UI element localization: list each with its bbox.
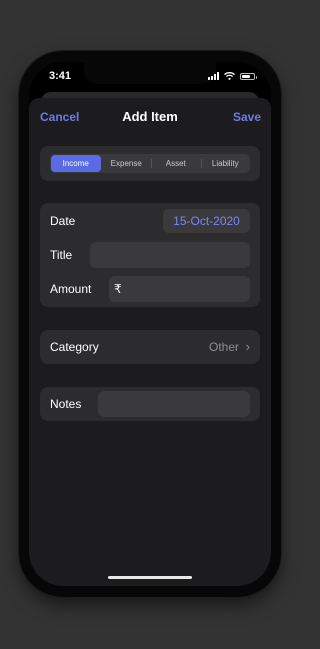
type-selector-group: Income Expense Asset Liability xyxy=(40,146,260,181)
amount-input[interactable]: ₹ xyxy=(109,276,250,302)
type-segmented-control: Income Expense Asset Liability xyxy=(50,154,250,173)
amount-label: Amount xyxy=(50,282,92,296)
status-bar: 3:41 xyxy=(29,62,271,92)
category-value: Other xyxy=(208,340,239,354)
category-label: Category xyxy=(50,340,99,354)
cellular-signal-icon xyxy=(208,72,219,80)
notes-input[interactable] xyxy=(98,391,250,417)
segment-expense[interactable]: Expense xyxy=(102,154,152,173)
battery-level xyxy=(242,74,250,78)
segment-asset[interactable]: Asset xyxy=(151,154,201,173)
notes-label: Notes xyxy=(50,397,82,411)
category-row[interactable]: Category Other › xyxy=(40,330,260,364)
item-details-group: Date 15-Oct-2020 Title Amount ₹ xyxy=(40,203,260,307)
date-label: Date xyxy=(50,214,76,228)
device-screen: 3:41 Cancel Add Item Save Income Expense… xyxy=(29,62,271,586)
wifi-icon xyxy=(224,72,235,80)
chevron-right-icon: › xyxy=(245,339,250,354)
save-button[interactable]: Save xyxy=(233,110,261,124)
segment-income[interactable]: Income xyxy=(51,155,101,172)
title-label: Title xyxy=(50,248,73,262)
status-time: 3:41 xyxy=(49,70,72,82)
notch xyxy=(84,62,216,84)
battery-icon xyxy=(240,72,257,80)
currency-symbol: ₹ xyxy=(114,282,122,296)
segment-liability[interactable]: Liability xyxy=(200,154,251,173)
notes-group: Notes xyxy=(40,387,260,421)
home-indicator[interactable] xyxy=(108,576,192,579)
status-icons xyxy=(208,71,257,81)
date-picker[interactable]: 15-Oct-2020 xyxy=(163,209,250,233)
navigation-bar: Cancel Add Item Save xyxy=(29,98,271,134)
title-input[interactable] xyxy=(90,242,250,268)
